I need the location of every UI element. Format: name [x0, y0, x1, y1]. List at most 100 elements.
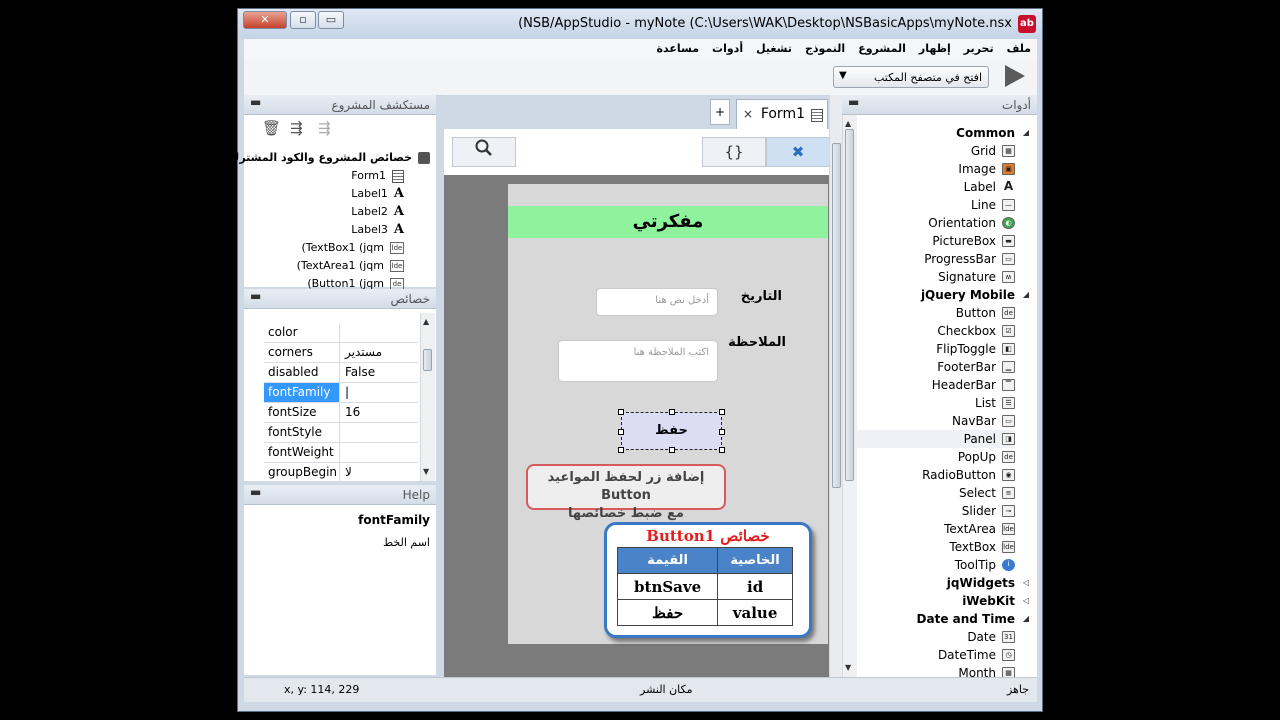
- property-value[interactable]: False: [342, 363, 418, 382]
- resize-handle[interactable]: [618, 409, 624, 415]
- tool-item[interactable]: Panel ◨: [856, 430, 1015, 448]
- tool-group[interactable]: Common ◢: [956, 124, 1031, 142]
- tree-item[interactable]: Form1: [351, 167, 404, 185]
- form-header[interactable]: مفكرتي: [508, 206, 828, 238]
- browser-select[interactable]: افتح في متصفح المكتب ▼: [833, 66, 989, 88]
- minimize-pane-icon[interactable]: ▬: [250, 485, 261, 499]
- tool-item[interactable]: DateTime ◷: [938, 646, 1015, 664]
- outdent-icon[interactable]: ⇶: [318, 119, 331, 137]
- date-input[interactable]: أدخل نص هنا: [596, 288, 718, 316]
- minimize-window-button[interactable]: ▭: [318, 11, 344, 29]
- property-value[interactable]: لا: [342, 463, 418, 482]
- property-value[interactable]: |: [342, 383, 418, 402]
- tool-group[interactable]: Date and Time ◢: [917, 610, 1031, 628]
- tool-item[interactable]: List ☰: [975, 394, 1015, 412]
- menu-item[interactable]: المشروع: [858, 42, 906, 55]
- tool-item[interactable]: ToolTip i: [955, 556, 1015, 574]
- tool-item[interactable]: PopUp de: [958, 448, 1015, 466]
- run-play-icon[interactable]: [1005, 65, 1025, 87]
- tool-item[interactable]: Date 31: [967, 628, 1015, 646]
- tool-item[interactable]: TextBox lde: [949, 538, 1015, 556]
- menu-item[interactable]: تحرير: [964, 42, 994, 55]
- indent-icon[interactable]: ⇶: [290, 119, 303, 137]
- tree-item[interactable]: (TextArea1 (jqm lde: [297, 257, 404, 275]
- design-view-button[interactable]: ✖: [766, 137, 830, 167]
- tool-item[interactable]: Button de: [956, 304, 1015, 322]
- scroll-down-icon[interactable]: ▼: [845, 663, 851, 672]
- property-row[interactable]: color: [264, 323, 418, 343]
- note-label[interactable]: الملاحظة: [728, 335, 786, 350]
- minimize-pane-icon[interactable]: ▬: [848, 95, 859, 109]
- tool-item[interactable]: FlipToggle ◧: [936, 340, 1015, 358]
- scroll-thumb[interactable]: [832, 143, 841, 488]
- tool-item[interactable]: Signature ʍ: [938, 268, 1015, 286]
- property-row[interactable]: corners مستدير: [264, 343, 418, 363]
- resize-handle[interactable]: [719, 429, 725, 435]
- property-value[interactable]: [342, 423, 418, 442]
- minimize-pane-icon[interactable]: ▬: [250, 95, 261, 109]
- property-row[interactable]: fontSize 16: [264, 403, 418, 423]
- note-textarea[interactable]: اكتب الملاحظة هنا: [558, 340, 718, 382]
- resize-handle[interactable]: [669, 447, 675, 453]
- add-tab-button[interactable]: +: [710, 99, 730, 125]
- tool-item[interactable]: Orientation ◐: [928, 214, 1015, 232]
- tool-item[interactable]: Slider ⊸: [962, 502, 1015, 520]
- maximize-window-button[interactable]: ▫: [290, 11, 316, 29]
- scroll-down-icon[interactable]: ▼: [423, 467, 429, 476]
- resize-handle[interactable]: [669, 409, 675, 415]
- scroll-thumb[interactable]: [845, 129, 854, 481]
- property-row[interactable]: fontFamily |: [264, 383, 418, 403]
- menu-item[interactable]: النموذج: [805, 42, 845, 55]
- tool-item[interactable]: ProgressBar ▭: [924, 250, 1015, 268]
- tool-item[interactable]: HeaderBar ▔: [932, 376, 1015, 394]
- tool-item[interactable]: Select ≡: [959, 484, 1015, 502]
- close-tab-icon[interactable]: ×: [743, 107, 753, 121]
- property-value[interactable]: [342, 443, 418, 462]
- tool-item[interactable]: FooterBar ▁: [937, 358, 1015, 376]
- menu-item[interactable]: مساعدة: [657, 42, 700, 55]
- tool-item[interactable]: TextArea lde: [944, 520, 1015, 538]
- tool-item[interactable]: Line —: [971, 196, 1015, 214]
- menu-item[interactable]: تشغيل: [756, 42, 792, 55]
- tab-form1[interactable]: Form1 ×: [736, 99, 828, 129]
- resize-handle[interactable]: [719, 447, 725, 453]
- resize-handle[interactable]: [618, 429, 624, 435]
- tool-item[interactable]: Checkbox ☑: [937, 322, 1015, 340]
- tool-item[interactable]: Image ▣: [958, 160, 1015, 178]
- scroll-thumb[interactable]: [423, 349, 432, 371]
- code-view-button[interactable]: {}: [702, 137, 766, 167]
- zoom-search-button[interactable]: [452, 137, 516, 167]
- tool-item[interactable]: Grid ▦: [971, 142, 1015, 160]
- tools-scrollbar[interactable]: ▲ ▼: [842, 115, 857, 677]
- tree-item[interactable]: Label2 A: [351, 203, 404, 221]
- tree-item[interactable]: خصائص المشروع والكود المشترك: [229, 149, 430, 167]
- tool-item[interactable]: Label A: [964, 178, 1015, 196]
- close-window-button[interactable]: ✕: [243, 11, 287, 29]
- tool-group[interactable]: jQuery Mobile ◢: [921, 286, 1031, 304]
- menu-item[interactable]: إظهار: [919, 42, 951, 55]
- tool-item[interactable]: NavBar ▭: [952, 412, 1015, 430]
- tool-item[interactable]: PictureBox ▬: [932, 232, 1015, 250]
- tree-item[interactable]: Label3 A: [351, 221, 404, 239]
- menu-item[interactable]: ملف: [1007, 42, 1031, 55]
- property-row[interactable]: groupBegin لا: [264, 463, 418, 483]
- property-value[interactable]: مستدير: [342, 343, 418, 362]
- property-row[interactable]: disabled False: [264, 363, 418, 383]
- scroll-up-icon[interactable]: ▲: [845, 119, 851, 128]
- property-value[interactable]: 16: [342, 403, 418, 422]
- resize-handle[interactable]: [719, 409, 725, 415]
- resize-handle[interactable]: [618, 447, 624, 453]
- trash-icon[interactable]: 🗑: [262, 119, 281, 137]
- property-row[interactable]: fontStyle: [264, 423, 418, 443]
- properties-scrollbar[interactable]: ▲ ▼: [420, 313, 435, 481]
- property-value[interactable]: [342, 323, 418, 342]
- minimize-pane-icon[interactable]: ▬: [250, 289, 261, 303]
- date-label[interactable]: التاريخ: [741, 289, 782, 304]
- menu-item[interactable]: أدوات: [712, 42, 743, 55]
- save-button[interactable]: حفظ: [621, 412, 722, 450]
- tool-item[interactable]: RadioButton ◉: [922, 466, 1015, 484]
- property-row[interactable]: fontWeight: [264, 443, 418, 463]
- tree-item[interactable]: Label1 A: [351, 185, 404, 203]
- tree-item[interactable]: (TextBox1 (jqm lde: [301, 239, 404, 257]
- scroll-up-icon[interactable]: ▲: [423, 317, 429, 326]
